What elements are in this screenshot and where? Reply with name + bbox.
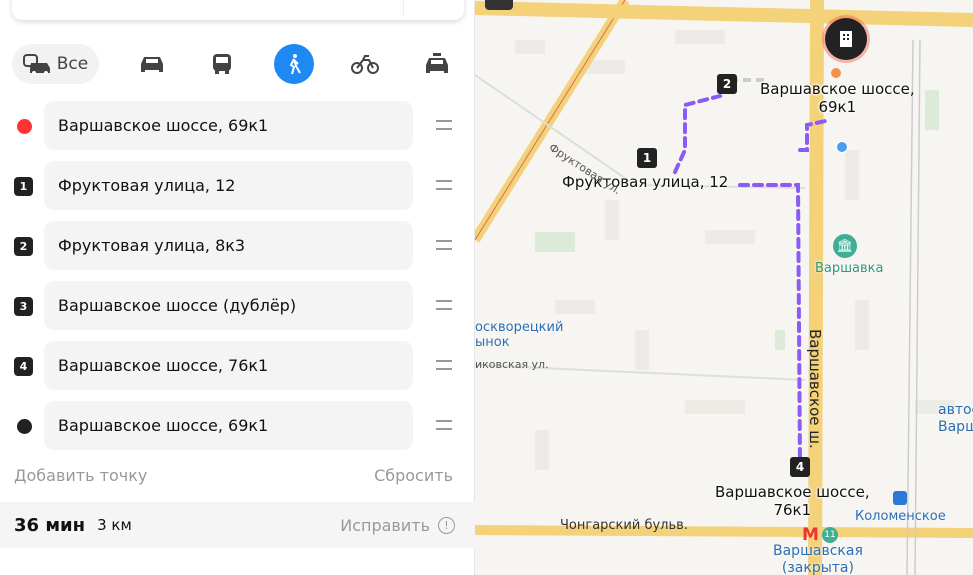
waypoint-input[interactable]: Варшавское шоссе (дублёр) <box>44 281 413 330</box>
drag-handle-icon[interactable] <box>436 120 452 130</box>
street-label: Варшавское ш. <box>806 329 824 449</box>
waypoint-row: Варшавское шоссе, 69к1 <box>0 101 475 151</box>
waypoint-input[interactable]: Фруктовая улица, 12 <box>44 161 413 210</box>
mode-bus-button[interactable] <box>202 44 242 84</box>
bicycle-icon <box>351 55 379 74</box>
poi-varshavka[interactable]: Варшавка <box>815 261 883 276</box>
route-time: 36 мин <box>14 514 86 536</box>
waypoint-row: Варшавское шоссе, 69к1 <box>0 401 475 451</box>
divider <box>403 0 404 16</box>
waypoint-row: 1 Фруктовая улица, 12 <box>0 161 475 211</box>
mode-pedestrian-button[interactable] <box>274 44 314 84</box>
bus-icon <box>213 54 231 74</box>
street-label: Чонгарский бульв. <box>560 518 688 533</box>
museum-icon[interactable]: 🏛 <box>833 234 857 258</box>
mode-car-button[interactable] <box>132 44 172 84</box>
waypoint-input[interactable]: Фруктовая улица, 8к3 <box>44 221 413 270</box>
start-marker-icon <box>17 119 32 134</box>
all-transport-icon <box>22 54 50 75</box>
waypoint-row: 2 Фруктовая улица, 8к3 <box>0 221 475 271</box>
map-label-p4: Варшавское шоссе, 76к1 <box>715 483 870 519</box>
route-panel: Все Варшавское шоссе, 69к1 1 Фруктовая у… <box>0 0 475 575</box>
drag-handle-icon[interactable] <box>436 420 452 430</box>
metro-icon: M <box>802 525 819 545</box>
mode-all-button[interactable]: Все <box>12 44 99 84</box>
add-point-link[interactable]: Добавить точку <box>14 466 147 485</box>
mode-bicycle-button[interactable] <box>345 44 385 84</box>
waypoint-row: 3 Варшавское шоссе (дублёр) <box>0 281 475 331</box>
poi-bus-station[interactable]: автос Варш <box>938 402 973 436</box>
building-pin-icon[interactable] <box>825 18 867 60</box>
search-card <box>12 0 464 20</box>
waypoint-number-marker: 4 <box>14 357 33 376</box>
poi-metro-varshavskaya[interactable]: Варшавская (закрыта) <box>773 543 863 575</box>
poi-market[interactable]: осквoрецкий ынок <box>475 320 563 350</box>
waypoint-input[interactable]: Варшавское шоссе, 76к1 <box>44 341 413 390</box>
fix-route-link[interactable]: Исправить <box>340 516 430 535</box>
waypoint-input[interactable]: Варшавское шоссе, 69к1 <box>44 401 413 450</box>
mode-all-label: Все <box>56 54 89 74</box>
metro-line-badge: 11 <box>822 527 838 543</box>
poi-kolomenskoe[interactable]: Коломенское <box>855 509 946 524</box>
map-waypoint-1[interactable]: 1 <box>637 148 657 168</box>
drag-handle-icon[interactable] <box>436 180 452 190</box>
location-dot-icon <box>836 141 848 153</box>
map-waypoint-2[interactable]: 2 <box>717 74 737 94</box>
train-station-icon <box>893 491 907 505</box>
waypoint-number-marker: 1 <box>14 177 33 196</box>
route-distance: 3 км <box>97 516 132 534</box>
waypoint-number-marker: 3 <box>14 297 33 316</box>
transport-modes: Все <box>12 44 462 84</box>
drag-handle-icon[interactable] <box>436 360 452 370</box>
map-label-start: Варшавское шоссе, 69к1 <box>760 80 915 116</box>
street-label: иковская ул. <box>475 358 549 371</box>
drag-handle-icon[interactable] <box>436 300 452 310</box>
waypoint-number-marker: 2 <box>14 237 33 256</box>
map-control-button[interactable] <box>485 0 513 10</box>
poi-dot-icon <box>831 68 841 78</box>
mode-taxi-button[interactable] <box>417 44 457 84</box>
route-summary: 36 мин 3 км Исправить ! <box>0 502 475 548</box>
pedestrian-icon <box>289 54 301 75</box>
reset-link[interactable]: Сбросить <box>374 466 453 485</box>
waypoint-row: 4 Варшавское шоссе, 76к1 <box>0 341 475 391</box>
drag-handle-icon[interactable] <box>436 240 452 250</box>
map[interactable]: 2 1 4 Варшавское шоссе, 69к1 Фруктовая у… <box>475 0 973 575</box>
info-icon[interactable]: ! <box>438 516 455 534</box>
car-icon <box>141 57 163 72</box>
waypoint-input[interactable]: Варшавское шоссе, 69к1 <box>44 101 413 150</box>
end-marker-icon <box>17 419 32 434</box>
taxi-icon <box>426 53 448 73</box>
